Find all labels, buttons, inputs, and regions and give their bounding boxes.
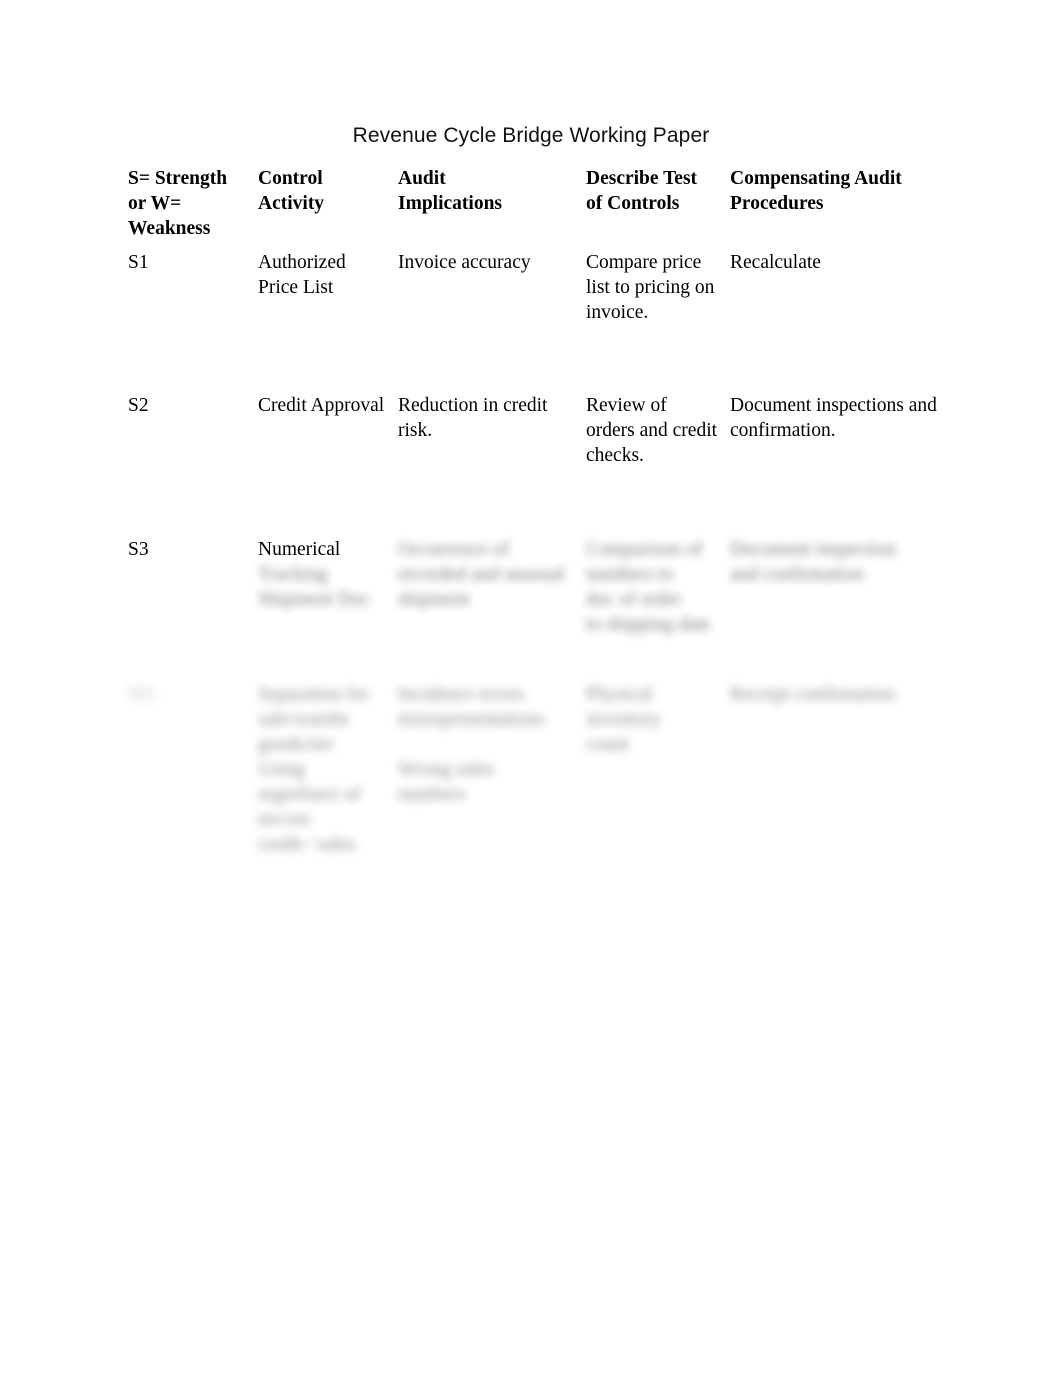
cell-marker: S3 [128, 539, 149, 560]
cell-audit-implications: Incidence errors misrepresentations Wron… [398, 682, 586, 862]
redacted-text: Tracking Shipment Doc [258, 564, 371, 610]
cell-audit-implications: Invoice accuracy [398, 252, 531, 273]
header-line: Weakness [128, 218, 211, 239]
cell-marker: S2 [128, 395, 149, 416]
header-line: Implications [398, 193, 503, 214]
redacted-text: Comparison of numbers to doc of order to… [586, 539, 711, 635]
redacted-text: W1 [128, 684, 157, 705]
cell-control-activity: Authorized Price List [258, 252, 346, 298]
table-header-row: S= Strength or W= Weakness Control Activ… [128, 166, 950, 250]
header-line: or W= [128, 193, 182, 214]
header-line: Describe Test [586, 168, 698, 189]
cell-test-of-controls: Comparison of numbers to doc of order to… [586, 537, 730, 682]
page-title: Revenue Cycle Bridge Working Paper [352, 124, 710, 147]
cell-marker: S1 [128, 252, 149, 273]
table-row: S1 Authorized Price List Invoice accurac… [128, 250, 950, 393]
header-line: Activity [258, 193, 325, 214]
cell-compensating-procedures: Recalculate [730, 252, 821, 273]
cell-compensating-procedures: Document inspections and confirmation. [730, 395, 937, 441]
cell-audit-implications: Reduction in credit risk. [398, 395, 548, 441]
document-page: Revenue Cycle Bridge Working Paper S= St… [0, 0, 1062, 1377]
redacted-text: Occurrence of recorded and unusual shipm… [398, 539, 565, 610]
column-header-compensating-procedures: Compensating Audit Procedures [730, 166, 950, 250]
cell-control-activity: Separation for sale/warehs goods/inv Usi… [258, 682, 398, 862]
column-header-strength-weakness: S= Strength or W= Weakness [128, 166, 258, 250]
table-row: S2 Credit Approval Reduction in credit r… [128, 393, 950, 537]
redacted-text: Incidence errors misrepresentations Wron… [398, 682, 574, 807]
header-line: S= Strength [128, 168, 228, 189]
header-line: Compensating Audit [730, 168, 902, 189]
column-header-test-of-controls: Describe Test of Controls [586, 166, 730, 250]
cell-test-of-controls: Physical inventory count [586, 682, 730, 862]
table-row: S3 Numerical Tracking Shipment Doc Occur… [128, 537, 950, 682]
cell-audit-implications: Occurrence of recorded and unusual shipm… [398, 537, 586, 682]
header-line: Audit [398, 168, 446, 189]
cell-test-of-controls: Compare price list to pricing on invoice… [586, 252, 715, 323]
redacted-text: Receipt confirmation [730, 684, 896, 705]
cell-text-visible: Numerical [258, 539, 341, 560]
redacted-text: Physical inventory count [586, 684, 661, 755]
redacted-line-gap [398, 732, 574, 757]
cell-compensating-procedures: Document inspection and confirmation [730, 537, 950, 682]
header-line: of Controls [586, 193, 680, 214]
column-header-control-activity: Control Activity [258, 166, 398, 250]
redacted-text: Separation for sale/warehs goods/inv Usi… [258, 684, 370, 855]
header-line: Control [258, 168, 323, 189]
working-paper-table: S= Strength or W= Weakness Control Activ… [128, 166, 950, 862]
cell-marker: W1 [128, 682, 258, 862]
column-header-audit-implications: Audit Implications [398, 166, 586, 250]
table-row: W1 Separation for sale/warehs goods/inv … [128, 682, 950, 862]
cell-compensating-procedures: Receipt confirmation [730, 682, 950, 862]
redacted-text: Document inspection and confirmation [730, 539, 897, 585]
cell-control-activity: Numerical Tracking Shipment Doc [258, 537, 398, 682]
cell-test-of-controls: Review of orders and credit checks. [586, 395, 718, 466]
header-line: Procedures [730, 193, 824, 214]
cell-control-activity: Credit Approval [258, 395, 385, 416]
